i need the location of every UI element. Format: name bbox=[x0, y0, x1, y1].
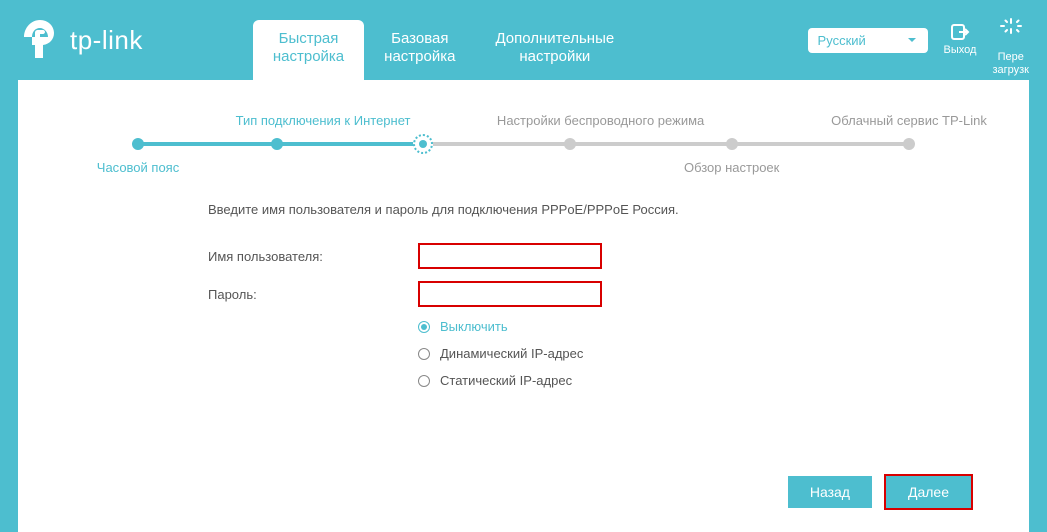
logout-icon bbox=[949, 22, 971, 42]
reload-button[interactable]: Пере загрузк bbox=[992, 3, 1029, 78]
language-select[interactable]: Русский bbox=[808, 28, 928, 53]
back-button[interactable]: Назад bbox=[788, 476, 872, 508]
radio-icon bbox=[418, 321, 430, 333]
setup-stepper: Часовой пояс Тип подключения к Интернет … bbox=[138, 142, 909, 146]
main-panel: Часовой пояс Тип подключения к Интернет … bbox=[18, 80, 1029, 532]
tab-advanced-setup[interactable]: Дополнительные настройки bbox=[475, 20, 634, 80]
radio-option-dynamic[interactable]: Динамический IP-адрес bbox=[418, 346, 989, 361]
main-tabs: Быстрая настройка Базовая настройка Допо… bbox=[253, 20, 634, 80]
radio-option-static[interactable]: Статический IP-адрес bbox=[418, 373, 989, 388]
tplink-logo-icon bbox=[18, 18, 62, 62]
step-wireless: Настройки беспроводного режима bbox=[497, 113, 704, 128]
brand-name: tp-link bbox=[70, 25, 143, 56]
radio-icon bbox=[418, 348, 430, 360]
logout-button[interactable]: Выход bbox=[944, 22, 977, 57]
next-button[interactable]: Далее bbox=[886, 476, 971, 508]
form-intro: Введите имя пользователя и пароль для по… bbox=[208, 202, 989, 217]
tab-basic-setup[interactable]: Базовая настройка bbox=[364, 20, 475, 80]
step-connection: Тип подключения к Интернет bbox=[236, 113, 411, 128]
step-summary: Обзор настроек bbox=[684, 160, 779, 175]
password-label: Пароль: bbox=[208, 287, 418, 302]
radio-icon bbox=[418, 375, 430, 387]
step-cloud: Облачный сервис TP-Link bbox=[831, 113, 987, 128]
brand-logo: tp-link bbox=[18, 18, 143, 62]
chevron-down-icon bbox=[906, 34, 918, 46]
radio-option-off[interactable]: Выключить bbox=[418, 319, 989, 334]
username-label: Имя пользователя: bbox=[208, 249, 418, 264]
username-input[interactable] bbox=[418, 243, 602, 269]
step-timezone: Часовой пояс bbox=[97, 160, 179, 175]
language-value: Русский bbox=[818, 33, 866, 48]
tab-quick-setup[interactable]: Быстрая настройка bbox=[253, 20, 364, 80]
password-input[interactable] bbox=[418, 281, 602, 307]
reload-icon bbox=[1000, 16, 1022, 36]
